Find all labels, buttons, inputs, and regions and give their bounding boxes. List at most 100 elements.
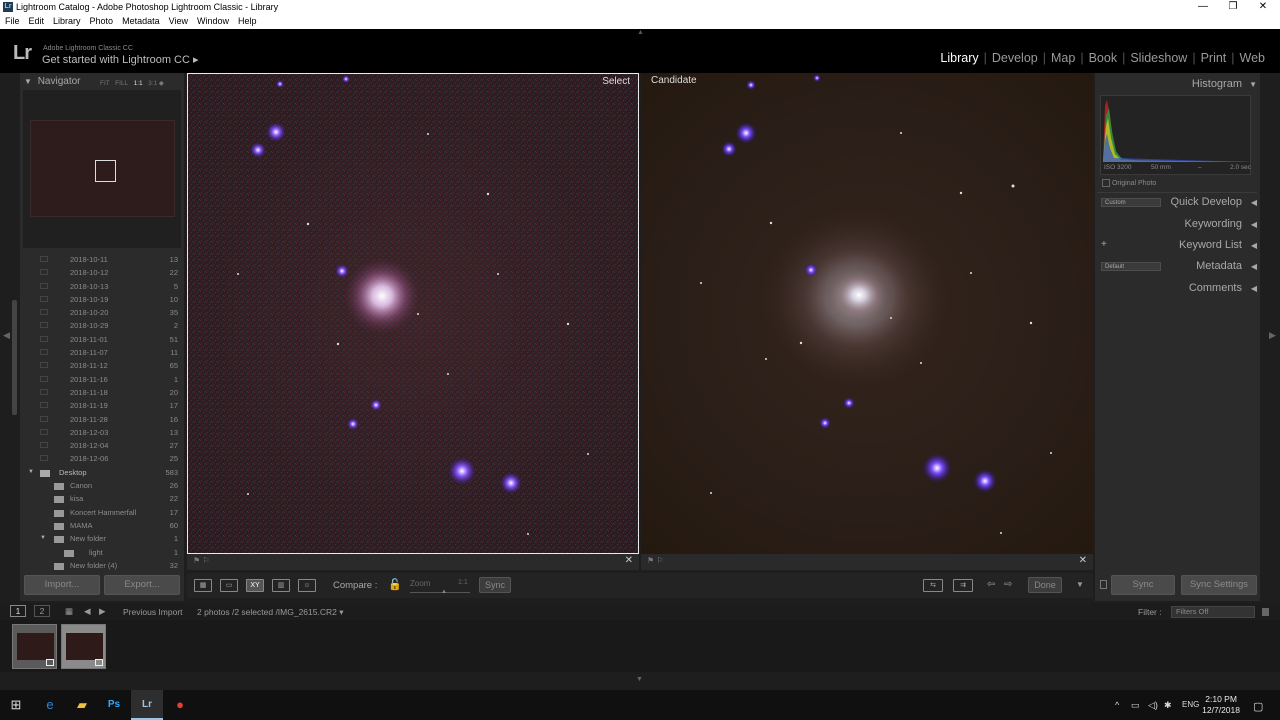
folder-row[interactable]: New folder (4) 32 <box>22 559 180 570</box>
select-close-icon[interactable]: ✕ <box>625 555 633 566</box>
zoom-slider-handle-icon[interactable]: ▲ <box>441 589 447 595</box>
folder-row[interactable]: kisa 22 <box>22 492 180 505</box>
bottom-panel-toggle-icon[interactable]: ▼ <box>636 676 643 683</box>
windows-start-icon[interactable]: ⊞ <box>0 690 32 720</box>
menu-photo[interactable]: Photo <box>85 15 118 26</box>
module-map[interactable]: Map <box>1046 51 1080 65</box>
photoshop-icon[interactable]: Ps <box>98 690 130 720</box>
minimize-button[interactable]: — <box>1188 0 1218 15</box>
quick-develop-preset-dropdown[interactable]: Custom <box>1101 198 1161 207</box>
system-clock[interactable]: 2:10 PM 12/7/2018 <box>1202 694 1240 716</box>
flag-icon[interactable]: ⚑ ⚐ <box>193 556 210 565</box>
select-image[interactable]: Select <box>187 73 639 554</box>
candidate-image[interactable]: Candidate <box>641 73 1093 554</box>
folder-row[interactable]: Koncert Hammerfall 17 <box>22 506 180 519</box>
expand-triangle-icon[interactable]: ▼ <box>28 466 34 479</box>
zoom-3-1[interactable]: 3:1 <box>148 80 157 87</box>
secondary-window-button[interactable]: 2 <box>34 605 50 617</box>
keyword-list-header[interactable]: Keyword List <box>1179 239 1242 251</box>
folder-row[interactable]: 2018-10-11 13 <box>22 253 180 266</box>
menu-window[interactable]: Window <box>192 15 233 26</box>
folder-row[interactable]: 2018-10-19 10 <box>22 293 180 306</box>
expand-triangle-icon[interactable]: ▼ <box>40 532 46 545</box>
histogram-header[interactable]: Histogram <box>1192 78 1242 90</box>
menu-view[interactable]: View <box>164 15 192 26</box>
zoom-fill[interactable]: FILL <box>115 80 128 87</box>
filmstrip-thumb-2[interactable] <box>61 624 106 669</box>
survey-view-icon[interactable]: ▥ <box>272 579 290 592</box>
folder-row[interactable]: 2018-10-12 22 <box>22 266 180 279</box>
notifications-icon[interactable]: ▢ <box>1253 700 1263 713</box>
grid-icon[interactable]: ▦ <box>65 606 73 617</box>
comments-expand-icon[interactable]: ◀ <box>1251 284 1257 293</box>
keywording-expand-icon[interactable]: ◀ <box>1251 220 1257 229</box>
folder-row[interactable]: 2018-11-18 20 <box>22 386 180 399</box>
close-button[interactable]: ✕ <box>1248 0 1278 15</box>
folder-row[interactable]: ▼ New folder 1 <box>22 532 180 545</box>
sync-button[interactable]: Sync <box>1111 575 1175 595</box>
folder-row[interactable]: 2018-11-01 51 <box>22 333 180 346</box>
quick-develop-expand-icon[interactable]: ◀ <box>1251 198 1257 207</box>
sync-toggle-switch[interactable] <box>1100 580 1107 589</box>
folder-row[interactable]: 2018-12-03 13 <box>22 426 180 439</box>
quick-develop-header[interactable]: Quick Develop <box>1170 196 1242 208</box>
source-label[interactable]: Previous Import <box>123 607 183 617</box>
zoom-1-1[interactable]: 1:1 <box>134 80 143 87</box>
folder-row[interactable]: 2018-12-04 27 <box>22 439 180 452</box>
grid-view-icon[interactable]: ▦ <box>194 579 212 592</box>
original-photo-toggle[interactable]: Original Photo <box>1102 179 1156 187</box>
sync-settings-button[interactable]: Sync Settings <box>1181 575 1257 595</box>
folder-row[interactable]: 2018-11-07 11 <box>22 346 180 359</box>
folder-row[interactable]: MAMA 60 <box>22 519 180 532</box>
export-button[interactable]: Export... <box>104 575 180 595</box>
filmstrip-thumb-1[interactable] <box>12 624 57 669</box>
folder-row[interactable]: ▼ Desktop 583 <box>22 466 180 479</box>
folder-row[interactable]: 2018-11-19 17 <box>22 399 180 412</box>
done-button[interactable]: Done <box>1028 577 1062 593</box>
tray-chevron-icon[interactable]: ^ <box>1115 700 1119 710</box>
language-indicator[interactable]: ENG <box>1182 700 1199 709</box>
compare-view-icon[interactable]: XY <box>246 579 264 592</box>
metadata-preset-dropdown[interactable]: Default <box>1101 262 1161 271</box>
back-arrow-icon[interactable]: ◀ <box>84 606 91 617</box>
candidate-flag-icon[interactable]: ⚑ ⚐ <box>647 556 664 565</box>
navigator-zoom-box[interactable] <box>95 160 116 182</box>
left-panel-scrollbar[interactable] <box>12 300 17 415</box>
left-panel-toggle-icon[interactable]: ◀ <box>3 330 10 341</box>
lock-icon[interactable]: 🔓 <box>388 578 402 591</box>
module-develop[interactable]: Develop <box>987 51 1043 65</box>
toolbar-menu-chevron-icon[interactable]: ▼ <box>1076 580 1084 589</box>
folder-row[interactable]: 2018-11-28 16 <box>22 413 180 426</box>
keywording-header[interactable]: Keywording <box>1185 218 1242 230</box>
menu-metadata[interactable]: Metadata <box>117 15 164 26</box>
module-library[interactable]: Library <box>935 51 983 65</box>
module-book[interactable]: Book <box>1084 51 1123 65</box>
lightroom-taskbar-icon[interactable]: Lr <box>131 690 163 720</box>
folder-row[interactable]: 2018-10-29 2 <box>22 319 180 332</box>
module-web[interactable]: Web <box>1235 51 1270 65</box>
filter-lock-icon[interactable] <box>1262 608 1269 616</box>
swap-icon[interactable]: ⇆ <box>923 579 943 592</box>
folder-row[interactable]: Canon 26 <box>22 479 180 492</box>
file-explorer-icon[interactable]: ▰ <box>66 690 98 720</box>
folder-row[interactable]: 2018-11-12 65 <box>22 359 180 372</box>
zoom-fit[interactable]: FIT <box>100 80 110 87</box>
folder-row[interactable]: 2018-10-20 35 <box>22 306 180 319</box>
histogram-collapse-icon[interactable]: ▼ <box>1249 80 1257 89</box>
top-panel-toggle-icon[interactable]: ▲ <box>637 29 644 36</box>
zoom-slider[interactable] <box>410 592 470 593</box>
filter-dropdown[interactable]: Filters Off <box>1171 606 1255 618</box>
chrome-icon[interactable]: ● <box>164 690 196 720</box>
primary-window-button[interactable]: 1 <box>10 605 26 617</box>
folder-row[interactable]: 2018-11-16 1 <box>22 373 180 386</box>
module-print[interactable]: Print <box>1196 51 1232 65</box>
metadata-expand-icon[interactable]: ◀ <box>1251 262 1257 271</box>
maximize-button[interactable]: ❐ <box>1218 0 1248 15</box>
menu-edit[interactable]: Edit <box>24 15 49 26</box>
bluetooth-icon[interactable]: ✱ <box>1164 700 1172 711</box>
module-slideshow[interactable]: Slideshow <box>1125 51 1192 65</box>
keyword-list-expand-icon[interactable]: ◀ <box>1251 241 1257 250</box>
import-button[interactable]: Import... <box>24 575 100 595</box>
add-keyword-icon[interactable]: + <box>1101 239 1107 250</box>
toolbar-sync-button[interactable]: Sync <box>479 577 511 593</box>
